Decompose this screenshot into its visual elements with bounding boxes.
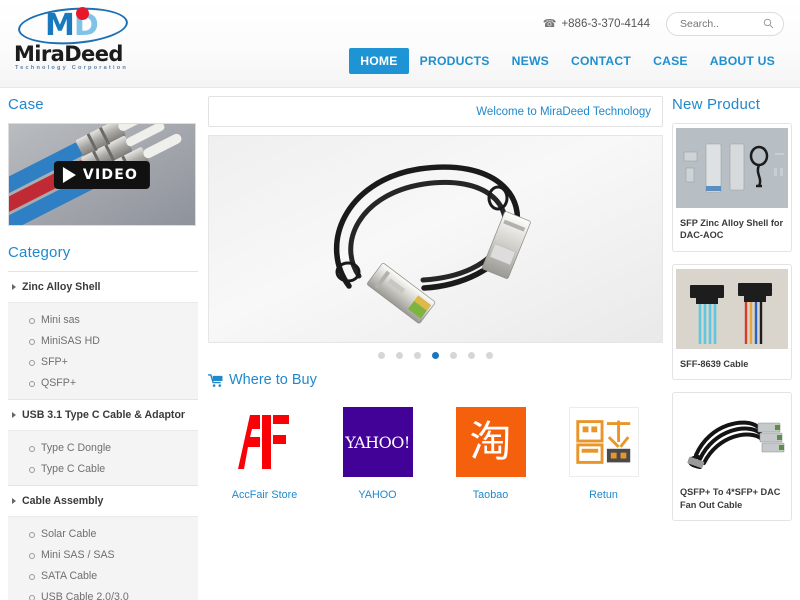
category-header-cable-assembly[interactable]: Cable Assembly bbox=[8, 485, 198, 516]
main-content: Welcome to MiraDeed Technology Where to … bbox=[208, 96, 663, 501]
store-accfair[interactable]: AccFair Store bbox=[208, 407, 321, 501]
category-item-type-c-cable[interactable]: Type C Cable bbox=[8, 458, 198, 479]
product-card-sfp-zinc-alloy-shell[interactable]: SFP Zinc Alloy Shell for DAC-AOC bbox=[672, 123, 792, 252]
search-input[interactable] bbox=[680, 13, 762, 35]
store-taobao[interactable]: 淘 Taobao bbox=[434, 407, 547, 501]
store-yahoo[interactable]: YAHOO! YAHOO bbox=[321, 407, 434, 501]
case-section-title: Case bbox=[8, 96, 44, 113]
category-items-cable-assembly: Solar Cable Mini SAS / SAS SATA Cable US… bbox=[8, 516, 198, 600]
logo-red-dot-icon bbox=[76, 7, 89, 20]
carousel-dot-6[interactable] bbox=[468, 352, 475, 359]
nav-item-products[interactable]: PRODUCTS bbox=[409, 48, 501, 74]
category-items-usb-type-c: Type C Dongle Type C Cable bbox=[8, 430, 198, 485]
site-header: MD MiraDeed Technology Corporation ☎ +886… bbox=[0, 0, 800, 88]
carousel-slide-image bbox=[209, 136, 662, 342]
category-item-type-c-dongle[interactable]: Type C Dongle bbox=[8, 437, 198, 458]
header-phone[interactable]: ☎ +886-3-370-4144 bbox=[543, 17, 650, 30]
video-play-badge[interactable]: VIDEO bbox=[53, 160, 151, 189]
store-links: AccFair Store YAHOO! YAHOO 淘 Taobao Retu… bbox=[208, 407, 663, 501]
shopping-cart-icon bbox=[208, 373, 223, 387]
case-video-thumbnail[interactable]: VIDEO bbox=[8, 123, 196, 226]
carousel-dot-2[interactable] bbox=[396, 352, 403, 359]
where-to-buy-heading: Where to Buy bbox=[208, 372, 663, 388]
phone-icon: ☎ bbox=[542, 18, 557, 30]
carousel-indicators bbox=[208, 352, 663, 359]
nav-item-news[interactable]: NEWS bbox=[501, 48, 560, 74]
play-icon bbox=[62, 166, 76, 183]
yahoo-wordmark: YAHOO! bbox=[345, 432, 410, 452]
carousel-dot-7[interactable] bbox=[486, 352, 493, 359]
category-group-zinc-alloy-shell: Zinc Alloy Shell Mini sas MiniSAS HD SFP… bbox=[8, 271, 198, 399]
category-items-zinc-alloy-shell: Mini sas MiniSAS HD SFP+ QSFP+ bbox=[8, 302, 198, 399]
welcome-message: Welcome to MiraDeed Technology bbox=[476, 105, 651, 118]
main-navigation: HOME PRODUCTS NEWS CONTACT CASE ABOUT US bbox=[349, 48, 786, 74]
page-body: Case VIDEO Category Zinc Alloy Shell Min… bbox=[0, 88, 800, 600]
store-label-taobao: Taobao bbox=[472, 489, 509, 501]
logo-monogram: MD bbox=[45, 8, 99, 43]
product-name-sfp-zinc-alloy-shell: SFP Zinc Alloy Shell for DAC-AOC bbox=[680, 218, 784, 241]
video-label: VIDEO bbox=[82, 166, 139, 183]
category-group-cable-assembly: Cable Assembly Solar Cable Mini SAS / SA… bbox=[8, 485, 198, 600]
category-header-zinc-alloy-shell[interactable]: Zinc Alloy Shell bbox=[8, 271, 198, 302]
left-sidebar: Case VIDEO Category Zinc Alloy Shell Min… bbox=[8, 96, 198, 600]
nav-item-contact[interactable]: CONTACT bbox=[560, 48, 642, 74]
carousel-dot-4[interactable] bbox=[432, 352, 439, 359]
accfair-logo-icon bbox=[229, 407, 300, 477]
taobao-logo-icon: 淘 bbox=[455, 407, 526, 477]
category-section-title: Category bbox=[8, 244, 71, 261]
category-item-solar-cable[interactable]: Solar Cable bbox=[8, 523, 198, 544]
carousel-dot-3[interactable] bbox=[414, 352, 421, 359]
product-image-sff-8639-cable bbox=[676, 268, 788, 349]
nav-item-home[interactable]: HOME bbox=[349, 48, 409, 74]
phone-number: +886-3-370-4144 bbox=[561, 18, 650, 30]
where-to-buy-label: Where to Buy bbox=[229, 372, 317, 388]
product-card-qsfp-fanout-cable[interactable]: QSFP+ To 4*SFP+ DAC Fan Out Cable bbox=[672, 392, 792, 522]
product-name-sff-8639-cable: SFF-8639 Cable bbox=[680, 358, 749, 369]
nav-item-case[interactable]: CASE bbox=[642, 48, 699, 74]
logo-letter-m: M bbox=[45, 8, 75, 43]
right-sidebar: New Product SFP Zinc Alloy Shell for DAC… bbox=[672, 96, 792, 533]
new-product-title: New Product bbox=[672, 96, 761, 113]
product-image-qsfp-fanout-cable bbox=[676, 397, 788, 478]
store-label-retun: Retun bbox=[589, 489, 618, 501]
welcome-bar: Welcome to MiraDeed Technology bbox=[208, 96, 663, 127]
store-label-yahoo: YAHOO bbox=[358, 489, 397, 501]
logo-tagline: Technology Corporation bbox=[15, 65, 128, 71]
carousel-dot-5[interactable] bbox=[450, 352, 457, 359]
category-item-mini-sas[interactable]: Mini sas bbox=[8, 309, 198, 330]
hero-carousel[interactable] bbox=[208, 135, 663, 343]
category-item-qsfp-plus[interactable]: QSFP+ bbox=[8, 372, 198, 393]
retun-logo-icon bbox=[568, 407, 639, 477]
category-item-sata-cable[interactable]: SATA Cable bbox=[8, 565, 198, 586]
nav-item-about-us[interactable]: ABOUT US bbox=[699, 48, 786, 74]
category-item-sfp-plus[interactable]: SFP+ bbox=[8, 351, 198, 372]
taobao-glyph: 淘 bbox=[469, 417, 512, 466]
category-item-mini-sas-sas[interactable]: Mini SAS / SAS bbox=[8, 544, 198, 565]
site-logo[interactable]: MD MiraDeed Technology Corporation bbox=[12, 4, 134, 78]
category-item-usb-cable[interactable]: USB Cable 2.0/3.0 bbox=[8, 586, 198, 600]
logo-company-name: MiraDeed bbox=[14, 42, 123, 66]
category-header-usb-type-c[interactable]: USB 3.1 Type C Cable & Adaptor bbox=[8, 399, 198, 430]
carousel-dot-1[interactable] bbox=[378, 352, 385, 359]
yahoo-logo-icon: YAHOO! bbox=[342, 407, 413, 477]
search-box[interactable] bbox=[666, 12, 784, 36]
product-name-qsfp-fanout-cable: QSFP+ To 4*SFP+ DAC Fan Out Cable bbox=[680, 487, 781, 510]
product-card-sff-8639-cable[interactable]: SFF-8639 Cable bbox=[672, 263, 792, 381]
category-group-usb-type-c: USB 3.1 Type C Cable & Adaptor Type C Do… bbox=[8, 399, 198, 485]
category-item-minisas-hd[interactable]: MiniSAS HD bbox=[8, 330, 198, 351]
search-icon[interactable] bbox=[763, 18, 774, 29]
store-label-accfair: AccFair Store bbox=[231, 489, 298, 501]
store-retun[interactable]: Retun bbox=[547, 407, 660, 501]
product-image-sfp-zinc-alloy-shell bbox=[676, 128, 788, 208]
